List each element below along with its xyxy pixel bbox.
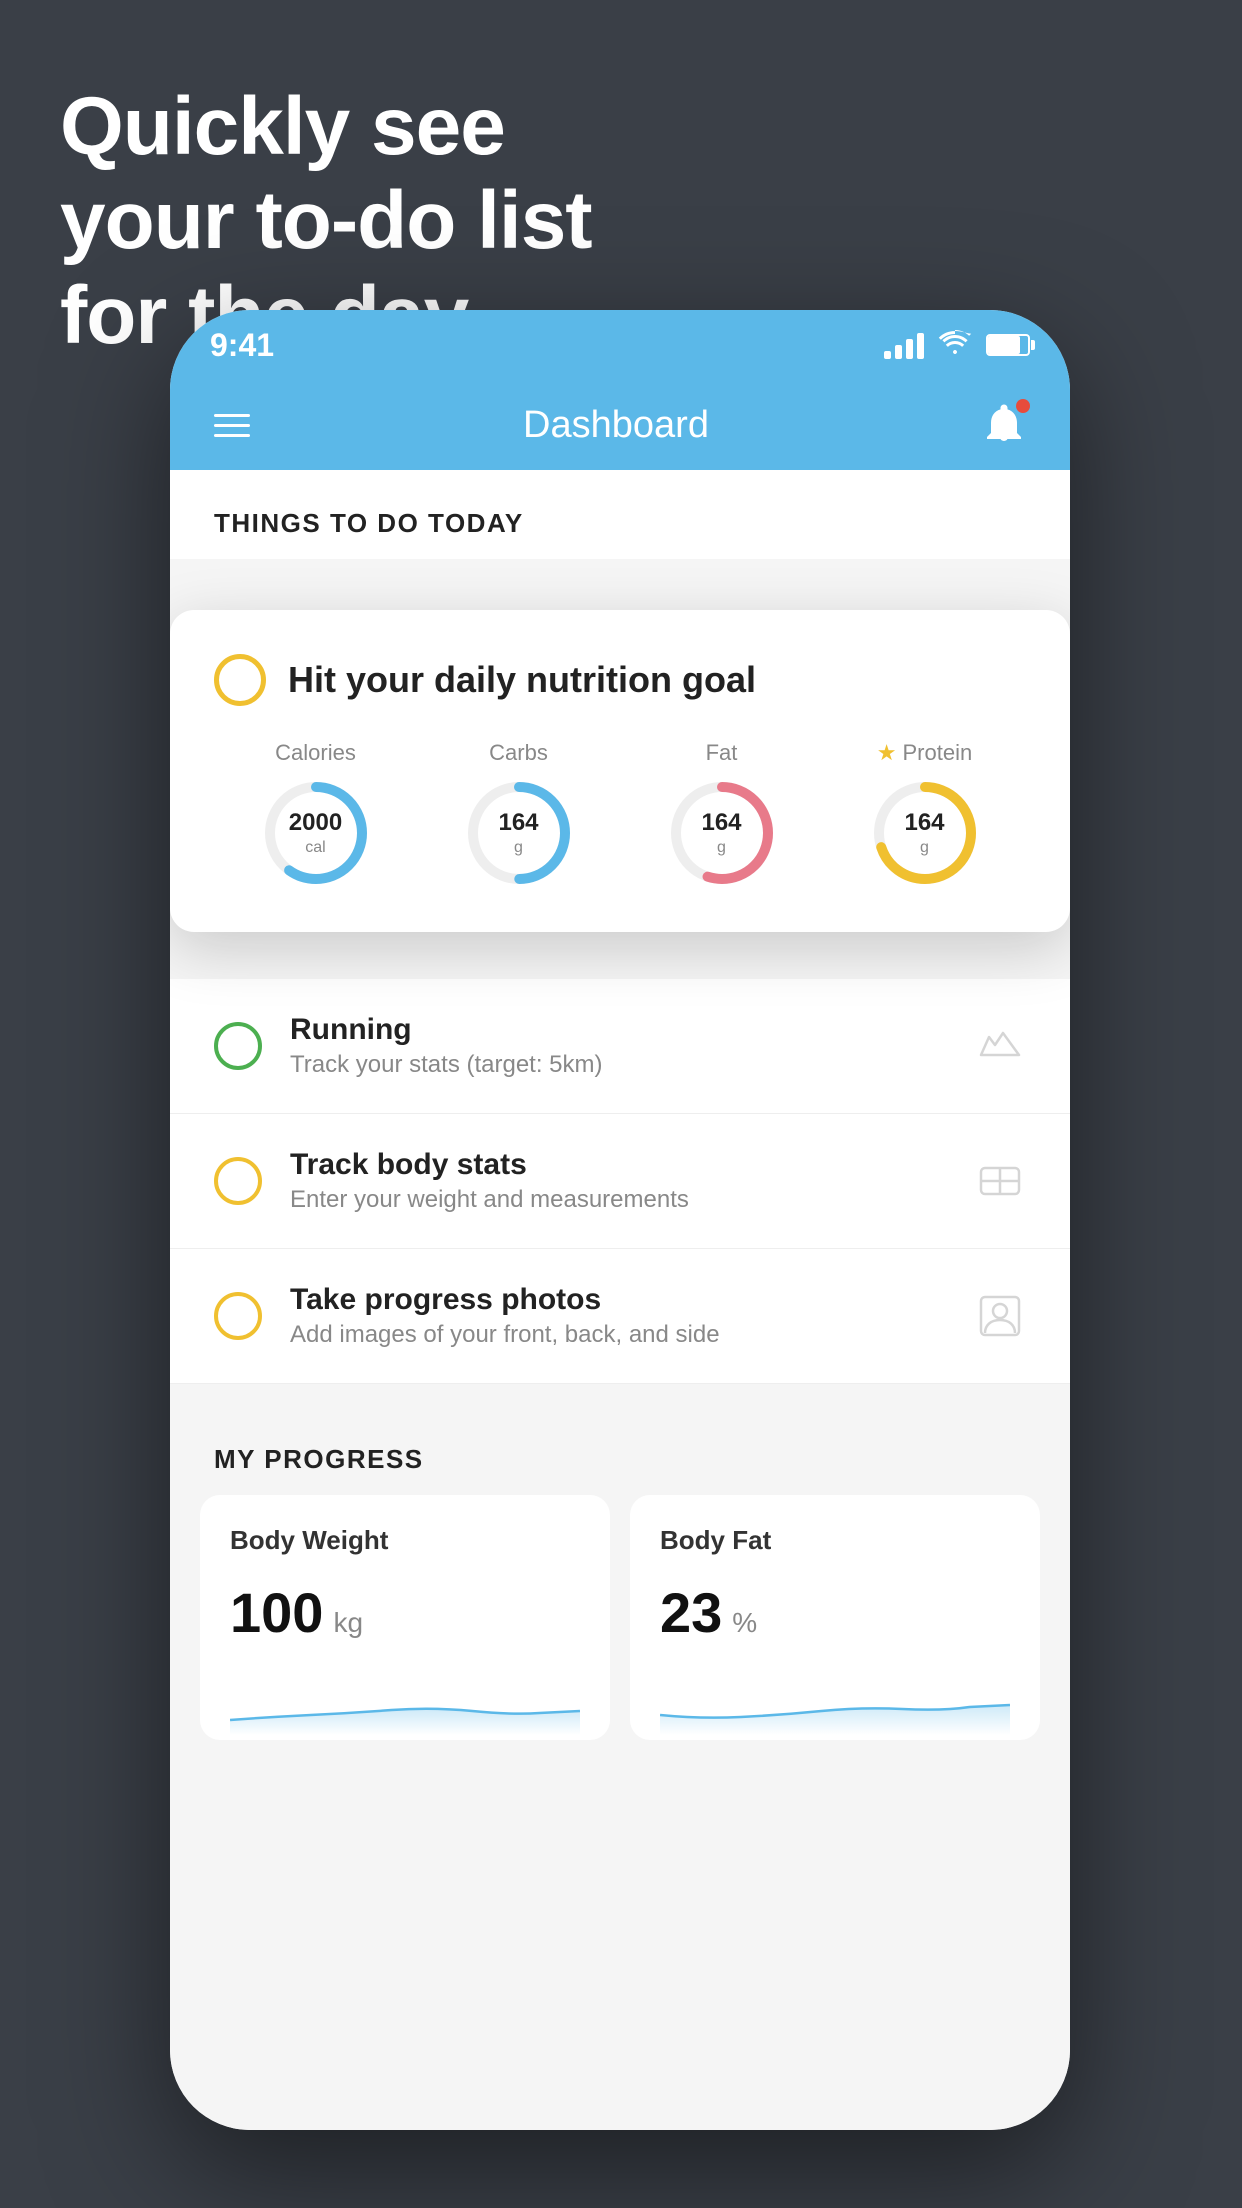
protein-ring: ★Protein 164 g	[870, 740, 980, 888]
carbs-ring: Carbs 164 g	[464, 740, 574, 888]
calories-ring-container: 2000 cal	[261, 778, 371, 888]
todo-text-running: Running Track your stats (target: 5km)	[290, 1013, 946, 1079]
todo-circle-running	[214, 1022, 262, 1070]
shoe-icon	[974, 1020, 1026, 1072]
calories-unit: cal	[289, 838, 342, 857]
menu-button[interactable]	[214, 414, 250, 437]
fat-value: 164	[701, 809, 741, 838]
protein-value: 164	[904, 809, 944, 838]
todo-title-running: Running	[290, 1013, 946, 1047]
todo-sub-body-stats: Enter your weight and measurements	[290, 1186, 946, 1214]
nutrition-title: Hit your daily nutrition goal	[288, 659, 756, 701]
nutrition-card[interactable]: Hit your daily nutrition goal Calories 2…	[170, 610, 1070, 932]
todo-sub-photos: Add images of your front, back, and side	[290, 1321, 946, 1349]
phone-content: THINGS TO DO TODAY Hit your daily nutrit…	[170, 470, 1070, 2130]
body-fat-value: 23	[660, 1580, 722, 1645]
protein-ring-container: 164 g	[870, 778, 980, 888]
signal-icon	[884, 331, 924, 359]
status-bar: 9:41	[170, 310, 1070, 380]
fat-unit: g	[701, 838, 741, 857]
fat-ring-container: 164 g	[667, 778, 777, 888]
nav-title: Dashboard	[523, 404, 709, 447]
todo-title-photos: Take progress photos	[290, 1283, 946, 1317]
body-fat-unit: %	[732, 1607, 757, 1639]
scale-icon	[974, 1155, 1026, 1207]
nutrition-check-circle	[214, 654, 266, 706]
things-section-header: THINGS TO DO TODAY	[170, 470, 1070, 559]
protein-label: ★Protein	[877, 740, 972, 766]
fat-label: Fat	[706, 740, 738, 766]
wifi-icon	[938, 328, 972, 363]
nav-bar: Dashboard	[170, 380, 1070, 470]
carbs-unit: g	[498, 838, 538, 857]
todo-item-body-stats[interactable]: Track body stats Enter your weight and m…	[170, 1114, 1070, 1249]
status-icons	[884, 328, 1030, 363]
body-weight-title: Body Weight	[230, 1525, 580, 1556]
body-fat-sparkline	[660, 1675, 1010, 1735]
fat-ring: Fat 164 g	[667, 740, 777, 888]
todo-title-body-stats: Track body stats	[290, 1148, 946, 1182]
progress-cards: Body Weight 100 kg	[190, 1495, 1050, 1740]
calories-ring: Calories 2000 cal	[261, 740, 371, 888]
carbs-ring-container: 164 g	[464, 778, 574, 888]
things-title: THINGS TO DO TODAY	[214, 508, 1026, 539]
todo-list: Running Track your stats (target: 5km) T…	[170, 979, 1070, 1384]
phone-frame: 9:41 Dashboard	[170, 310, 1070, 2130]
todo-item-running[interactable]: Running Track your stats (target: 5km)	[170, 979, 1070, 1114]
person-icon	[974, 1290, 1026, 1342]
todo-circle-body-stats	[214, 1157, 262, 1205]
body-weight-value: 100	[230, 1580, 323, 1645]
nutrition-header: Hit your daily nutrition goal	[214, 654, 1026, 706]
progress-section: MY PROGRESS Body Weight 100 kg	[170, 1444, 1070, 1740]
body-weight-sparkline	[230, 1675, 580, 1735]
status-time: 9:41	[210, 327, 274, 364]
body-weight-value-row: 100 kg	[230, 1580, 580, 1645]
protein-unit: g	[904, 838, 944, 857]
body-fat-card[interactable]: Body Fat 23 %	[630, 1495, 1040, 1740]
notification-button[interactable]	[982, 403, 1026, 447]
carbs-value: 164	[498, 809, 538, 838]
notification-badge	[1016, 399, 1030, 413]
carbs-label: Carbs	[489, 740, 548, 766]
battery-icon	[986, 334, 1030, 356]
todo-circle-photos	[214, 1292, 262, 1340]
todo-text-photos: Take progress photos Add images of your …	[290, 1283, 946, 1349]
progress-title: MY PROGRESS	[190, 1444, 1050, 1495]
star-icon: ★	[877, 740, 897, 766]
calories-label: Calories	[275, 740, 356, 766]
body-fat-value-row: 23 %	[660, 1580, 1010, 1645]
todo-sub-running: Track your stats (target: 5km)	[290, 1051, 946, 1079]
body-weight-unit: kg	[333, 1607, 363, 1639]
body-fat-title: Body Fat	[660, 1525, 1010, 1556]
todo-item-photos[interactable]: Take progress photos Add images of your …	[170, 1249, 1070, 1384]
body-weight-card[interactable]: Body Weight 100 kg	[200, 1495, 610, 1740]
todo-text-body-stats: Track body stats Enter your weight and m…	[290, 1148, 946, 1214]
nutrition-rings: Calories 2000 cal Carbs	[214, 740, 1026, 888]
calories-value: 2000	[289, 809, 342, 838]
